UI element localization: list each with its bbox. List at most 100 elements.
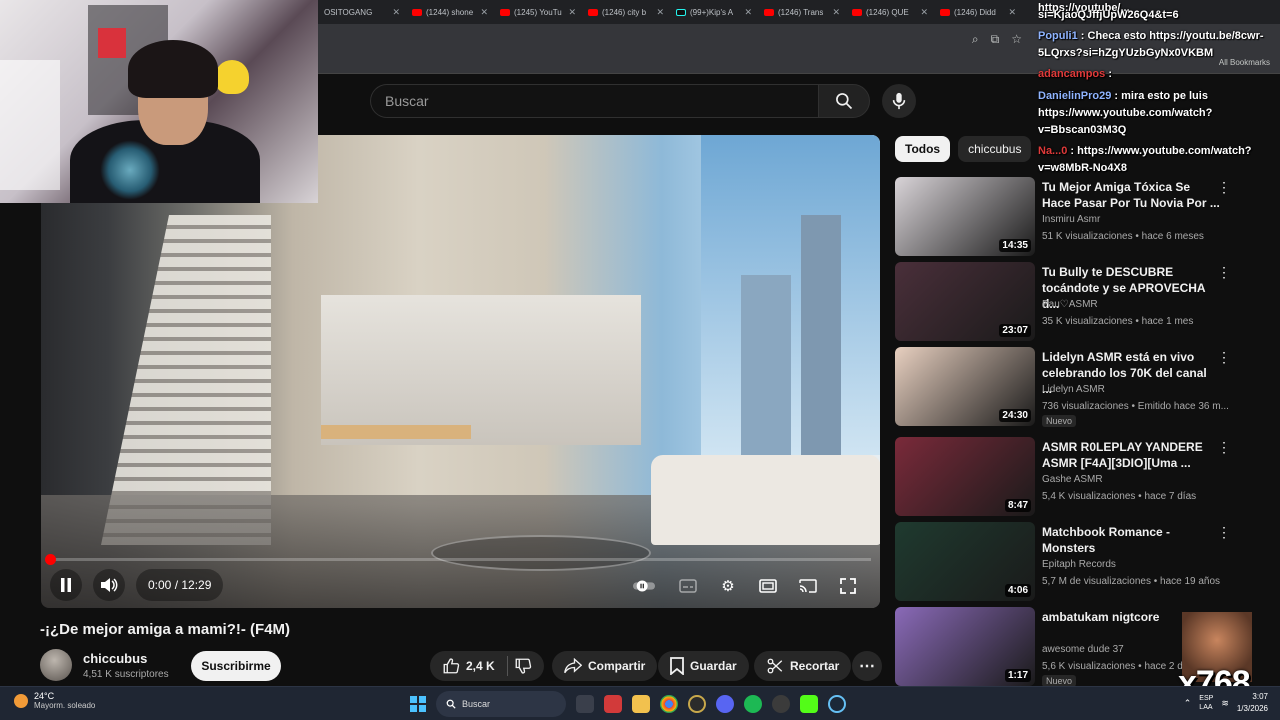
language-indicator[interactable]: ESP LAA bbox=[1199, 694, 1213, 712]
kick-icon[interactable] bbox=[800, 695, 818, 713]
file-explorer-icon[interactable] bbox=[632, 695, 650, 713]
video-thumbnail[interactable]: 14:35 bbox=[895, 177, 1035, 256]
spotify-icon[interactable] bbox=[744, 695, 762, 713]
weather-widget[interactable]: 24°C Mayorm. soleado bbox=[14, 691, 95, 710]
video-player[interactable]: 0:00 / 12:29 ⚙ bbox=[41, 135, 880, 608]
recommended-video[interactable]: 8:47 ASMR R0LEPLAY YANDERE ASMR [F4A][3DI… bbox=[895, 437, 1265, 517]
more-vertical-icon[interactable]: ⋮ bbox=[1217, 349, 1231, 366]
more-vertical-icon[interactable]: ⋮ bbox=[1217, 524, 1231, 541]
close-icon[interactable]: ✕ bbox=[568, 7, 576, 18]
task-view-icon[interactable] bbox=[576, 695, 594, 713]
browser-tab[interactable]: (1244) shone ✕ bbox=[406, 1, 494, 23]
app-icon[interactable] bbox=[604, 695, 622, 713]
browser-tab[interactable]: OSITOGANG ✕ bbox=[318, 1, 406, 23]
browser-tab[interactable]: (1245) YouTu ✕ bbox=[494, 1, 582, 23]
subtitles-icon bbox=[679, 579, 697, 593]
filter-chip[interactable]: chiccubus bbox=[958, 136, 1032, 162]
player-controls: 0:00 / 12:29 ⚙ bbox=[41, 565, 880, 605]
cast-button[interactable] bbox=[797, 575, 819, 597]
install-icon[interactable]: ⧉ bbox=[991, 32, 1000, 47]
video-thumbnail[interactable]: 24:30 bbox=[895, 347, 1035, 426]
close-icon[interactable]: ✕ bbox=[832, 7, 840, 18]
recommended-channel-name[interactable]: Pau♡ASMR bbox=[1042, 299, 1098, 310]
obs-icon[interactable] bbox=[772, 695, 790, 713]
more-vertical-icon[interactable]: ⋮ bbox=[1217, 264, 1231, 281]
video-thumbnail[interactable]: 1:17 bbox=[895, 607, 1035, 686]
recommended-video-title[interactable]: Matchbook Romance - Monsters bbox=[1042, 524, 1220, 556]
close-icon[interactable]: ✕ bbox=[920, 7, 928, 18]
recommended-video[interactable]: 23:07 Tu Bully te DESCUBRE tocándote y se… bbox=[895, 262, 1265, 342]
video-thumbnail[interactable]: 8:47 bbox=[895, 437, 1035, 516]
more-vertical-icon[interactable]: ⋮ bbox=[1217, 439, 1231, 456]
like-button[interactable]: 2,4 K bbox=[442, 657, 495, 675]
volume-button[interactable] bbox=[93, 569, 125, 601]
channel-avatar[interactable] bbox=[40, 649, 72, 681]
close-icon[interactable]: ✕ bbox=[392, 7, 400, 18]
tab-label: (1244) shone bbox=[426, 7, 474, 17]
browser-tab[interactable]: (99+)Kip's A ✕ bbox=[670, 1, 758, 23]
more-actions-button[interactable]: ⋯ bbox=[852, 651, 882, 681]
recommended-video-title[interactable]: ASMR R0LEPLAY YANDERE ASMR [F4A][3DIO][U… bbox=[1042, 439, 1220, 471]
subtitles-button[interactable] bbox=[677, 575, 699, 597]
recommended-video-title[interactable]: Tu Mejor Amiga Tóxica Se Hace Pasar Por … bbox=[1042, 179, 1220, 211]
tab-label: (99+)Kip's A bbox=[690, 7, 734, 17]
duration-badge: 23:07 bbox=[999, 324, 1031, 337]
duration-badge: 8:47 bbox=[1004, 499, 1031, 512]
bookmark-star-icon[interactable]: ☆ bbox=[1011, 32, 1022, 46]
seek-handle[interactable] bbox=[45, 554, 56, 565]
discord-icon[interactable] bbox=[716, 695, 734, 713]
chevron-up-icon[interactable]: ⌃ bbox=[1184, 698, 1192, 709]
channel-name[interactable]: chiccubus bbox=[83, 651, 147, 666]
pikachu-plush bbox=[215, 60, 249, 94]
clip-button[interactable]: Recortar bbox=[754, 651, 852, 681]
save-button[interactable]: Guardar bbox=[658, 651, 749, 681]
search-button[interactable] bbox=[818, 84, 870, 118]
theater-mode-button[interactable] bbox=[757, 575, 779, 597]
chrome-icon[interactable] bbox=[660, 695, 678, 713]
close-icon[interactable]: ✕ bbox=[1008, 7, 1016, 18]
like-count: 2,4 K bbox=[466, 659, 495, 673]
dislike-button[interactable] bbox=[514, 657, 532, 675]
tab-label: (1246) Trans bbox=[778, 7, 824, 17]
browser-tab[interactable]: (1246) city b ✕ bbox=[582, 1, 670, 23]
recommended-channel-name[interactable]: awesome dude 37 bbox=[1042, 644, 1124, 655]
subscribe-button[interactable]: Suscribirme bbox=[191, 651, 281, 681]
system-tray: ⌃ ESP LAA ≋ 3:07 1/3/2026 bbox=[1184, 691, 1268, 715]
clock[interactable]: 3:07 1/3/2026 bbox=[1237, 691, 1268, 715]
app-icon[interactable] bbox=[688, 695, 706, 713]
share-button[interactable]: Compartir bbox=[552, 651, 658, 681]
video-thumbnail[interactable]: 4:06 bbox=[895, 522, 1035, 601]
fullscreen-button[interactable] bbox=[837, 575, 859, 597]
browser-tab[interactable]: (1246) QUE ✕ bbox=[846, 1, 934, 23]
youtube-icon bbox=[764, 8, 774, 16]
recommended-channel-name[interactable]: Insmiru Asmr bbox=[1042, 214, 1100, 225]
recommended-video[interactable]: 14:35 Tu Mejor Amiga Tóxica Se Hace Pasar… bbox=[895, 177, 1265, 257]
filter-chip[interactable]: Todos bbox=[895, 136, 951, 162]
browser-tab[interactable]: (1246) Trans ✕ bbox=[758, 1, 846, 23]
browser-tab[interactable]: (1246) Didd ✕ bbox=[934, 1, 1022, 23]
recommended-video[interactable]: 4:06 Matchbook Romance - Monsters Epitaph … bbox=[895, 522, 1265, 602]
like-dislike-group: 2,4 K bbox=[430, 651, 544, 681]
youtube-icon bbox=[852, 8, 862, 16]
more-vertical-icon[interactable]: ⋮ bbox=[1217, 179, 1231, 196]
close-icon[interactable]: ✕ bbox=[480, 7, 488, 18]
windows-start-icon[interactable] bbox=[410, 696, 426, 712]
search-input[interactable]: Buscar bbox=[370, 84, 818, 118]
zoom-icon[interactable]: ⌕ bbox=[972, 32, 979, 47]
close-icon[interactable]: ✕ bbox=[744, 7, 752, 18]
recommended-channel-name[interactable]: Lidelyn ASMR bbox=[1042, 384, 1105, 395]
close-icon[interactable]: ✕ bbox=[656, 7, 664, 18]
steam-icon[interactable] bbox=[828, 695, 846, 713]
video-thumbnail[interactable]: 23:07 bbox=[895, 262, 1035, 341]
recommended-channel-name[interactable]: Epitaph Records bbox=[1042, 559, 1116, 570]
recommended-channel-name[interactable]: Gashe ASMR bbox=[1042, 474, 1103, 485]
seek-bar[interactable] bbox=[50, 558, 871, 561]
pause-button[interactable] bbox=[50, 569, 82, 601]
recommended-video-meta: 51 K visualizaciones • hace 6 meses bbox=[1042, 231, 1204, 242]
taskbar-search[interactable]: Buscar bbox=[436, 691, 566, 717]
recommended-video[interactable]: 24:30 Lidelyn ASMR está en vivo celebrand… bbox=[895, 347, 1265, 427]
autoplay-toggle[interactable] bbox=[633, 575, 655, 597]
voice-search-button[interactable] bbox=[882, 84, 916, 118]
wifi-icon[interactable]: ≋ bbox=[1221, 698, 1229, 709]
settings-button[interactable]: ⚙ bbox=[717, 575, 739, 597]
